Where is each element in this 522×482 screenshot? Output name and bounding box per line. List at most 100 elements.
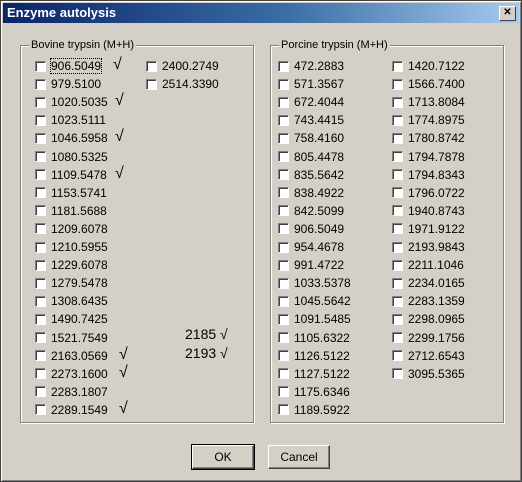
checkbox[interactable] [392,78,403,90]
checkbox[interactable] [35,386,46,398]
checkbox[interactable] [35,295,46,307]
mass-checkbox-item[interactable]: 1279.5478 [35,276,108,290]
mass-checkbox-item[interactable]: 2400.2749 [146,59,219,73]
checkbox[interactable] [35,277,46,289]
checkbox[interactable] [278,187,289,199]
mass-checkbox-item[interactable]: 1153.5741 [35,186,107,200]
checkbox[interactable] [278,78,289,90]
mass-checkbox-item[interactable]: 1774.8975 [392,113,465,127]
mass-checkbox-item[interactable]: 2283.1359 [392,294,465,308]
checkbox[interactable] [278,295,289,307]
checkbox[interactable] [278,259,289,271]
mass-checkbox-item[interactable]: 1020.5035 [35,95,108,109]
checkbox[interactable] [35,313,46,325]
mass-checkbox-item[interactable]: 1033.5378 [278,276,351,290]
checkbox[interactable] [392,241,403,253]
checkbox[interactable] [392,332,403,343]
checkbox[interactable] [35,332,46,343]
checkbox[interactable] [278,223,289,235]
checkbox[interactable] [278,332,289,343]
checkbox[interactable] [35,259,46,271]
checkbox[interactable] [392,96,403,108]
checkbox[interactable] [278,313,289,325]
mass-checkbox-item[interactable]: 1308.6435 [35,294,108,308]
mass-checkbox-item[interactable]: 1209.6078 [35,222,108,236]
checkbox[interactable] [35,368,46,380]
mass-checkbox-item[interactable]: 1229.6078 [35,258,108,272]
checkbox[interactable] [278,151,289,162]
mass-checkbox-item[interactable]: 1420.7122 [392,59,465,73]
checkbox[interactable] [392,187,403,199]
checkbox[interactable] [35,114,46,126]
mass-checkbox-item[interactable]: 1105.6322 [278,331,350,345]
checkbox[interactable] [35,350,46,362]
checkbox[interactable] [35,151,46,162]
mass-checkbox-item[interactable]: 805.4478 [278,150,344,164]
checkbox[interactable] [35,60,46,72]
checkbox[interactable] [35,223,46,235]
checkbox[interactable] [278,169,289,181]
mass-checkbox-item[interactable]: 758.4160 [278,131,344,145]
checkbox[interactable] [146,78,157,90]
checkbox[interactable] [278,368,289,380]
mass-checkbox-item[interactable]: 906.5049 [278,222,344,236]
mass-checkbox-item[interactable]: 1713.8084 [392,95,465,109]
checkbox[interactable] [35,404,46,416]
close-icon[interactable]: ✕ [499,6,516,21]
mass-checkbox-item[interactable]: 1521.7549 [35,331,108,345]
checkbox[interactable] [392,169,403,181]
checkbox[interactable] [35,187,46,199]
checkbox[interactable] [392,313,403,325]
mass-checkbox-item[interactable]: 2211.1046 [392,258,464,272]
checkbox[interactable] [392,259,403,271]
checkbox[interactable] [392,223,403,235]
mass-checkbox-item[interactable]: 842.5099 [278,204,344,218]
checkbox[interactable] [278,96,289,108]
checkbox[interactable] [35,78,46,90]
checkbox[interactable] [278,132,289,144]
mass-checkbox-item[interactable]: 672.4044 [278,95,344,109]
mass-checkbox-item[interactable]: 743.4415 [278,113,344,127]
mass-checkbox-item[interactable]: 2299.1756 [392,331,465,345]
mass-checkbox-item[interactable]: 1080.5325 [35,150,108,164]
mass-checkbox-item[interactable]: 1046.5958 [35,131,108,145]
checkbox[interactable] [392,132,403,144]
checkbox[interactable] [278,241,289,253]
checkbox[interactable] [392,368,403,380]
mass-checkbox-item[interactable]: 1126.5122 [278,349,350,363]
mass-checkbox-item[interactable]: 2163.0569 [35,349,108,363]
mass-checkbox-item[interactable]: 1127.5122 [278,367,350,381]
checkbox[interactable] [278,114,289,126]
checkbox[interactable] [278,386,289,398]
mass-checkbox-item[interactable]: 991.4722 [278,258,344,272]
mass-checkbox-item[interactable]: 2712.6543 [392,349,465,363]
mass-checkbox-item[interactable]: 1971.9122 [392,222,465,236]
mass-checkbox-item[interactable]: 1175.6346 [278,385,350,399]
checkbox[interactable] [278,350,289,362]
mass-checkbox-item[interactable]: 2514.3390 [146,77,219,91]
mass-checkbox-item[interactable]: 1794.7878 [392,150,465,164]
checkbox[interactable] [35,169,46,181]
checkbox[interactable] [35,205,46,217]
mass-checkbox-item[interactable]: 1091.5485 [278,312,351,326]
mass-checkbox-item[interactable]: 1490.7425 [35,312,108,326]
checkbox[interactable] [392,114,403,126]
mass-checkbox-item[interactable]: 2289.1549 [35,403,108,417]
checkbox[interactable] [146,60,157,72]
mass-checkbox-item[interactable]: 1210.5955 [35,240,108,254]
checkbox[interactable] [35,96,46,108]
mass-checkbox-item[interactable]: 571.3567 [278,77,344,91]
ok-button[interactable]: OK [191,444,255,470]
mass-checkbox-item[interactable]: 954.4678 [278,240,344,254]
mass-checkbox-item[interactable]: 1566.7400 [392,77,465,91]
checkbox[interactable] [392,205,403,217]
mass-checkbox-item[interactable]: 1794.8343 [392,168,465,182]
checkbox[interactable] [35,241,46,253]
mass-checkbox-item[interactable]: 835.5642 [278,168,344,182]
mass-checkbox-item[interactable]: 1189.5922 [278,403,350,417]
mass-checkbox-item[interactable]: 2234.0165 [392,276,465,290]
checkbox[interactable] [392,350,403,362]
checkbox[interactable] [278,277,289,289]
checkbox[interactable] [392,295,403,307]
mass-checkbox-item[interactable]: 2298.0965 [392,312,465,326]
